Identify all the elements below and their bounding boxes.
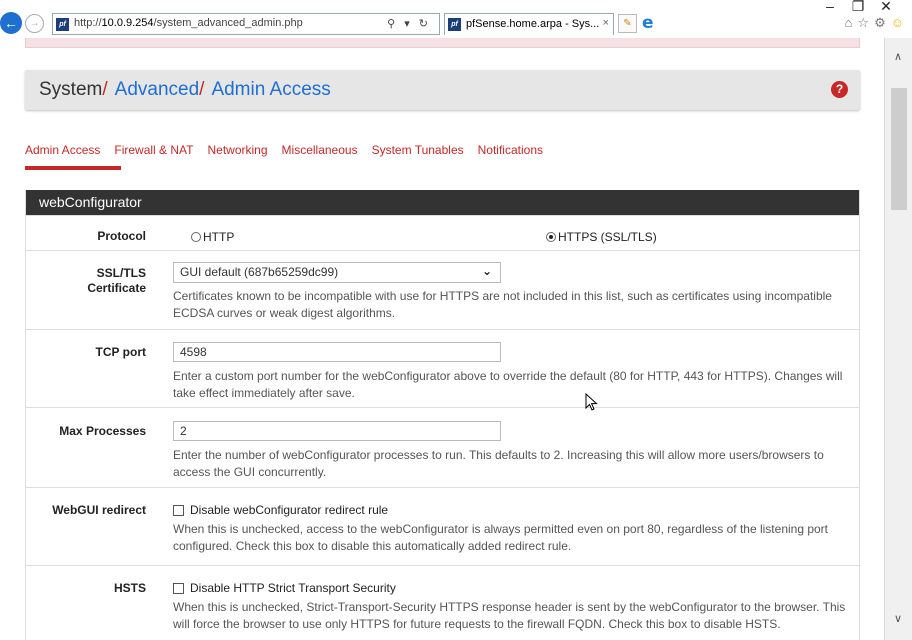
protocol-https-option[interactable]: HTTPS (SSL/TLS) <box>546 230 657 244</box>
active-tab-indicator <box>25 166 121 170</box>
protocol-label: Protocol <box>97 229 146 243</box>
tcp-port-label: TCP port <box>95 345 146 359</box>
window-controls: – ❐ ✕ <box>816 0 900 15</box>
settings-gear-icon[interactable]: ⚙ <box>874 15 886 30</box>
page-header: System/Advanced/Admin Access ? <box>25 70 860 110</box>
mouse-pointer-icon <box>585 393 598 411</box>
scroll-up-arrow-icon[interactable]: ∧ <box>894 50 902 63</box>
scroll-down-arrow-icon[interactable]: ∨ <box>894 612 902 625</box>
hsts-checkbox-label: Disable HTTP Strict Transport Security <box>190 581 396 595</box>
browser-toolbar: ⌂ ☆ ⚙ ☺ <box>840 15 904 31</box>
webgui-redirect-field: Disable webConfigurator redirect rule Wh… <box>173 488 859 555</box>
max-processes-label: Max Processes <box>59 424 146 438</box>
ie-logo-icon: e <box>642 13 654 33</box>
help-icon[interactable]: ? <box>831 81 848 98</box>
ssl-certificate-field: GUI default (687b65259dc99) ⌄ Certificat… <box>173 251 859 322</box>
protocol-row: Protocol HTTP HTTPS (SSL/TLS) <box>26 215 859 250</box>
webgui-redirect-label: WebGUI redirect <box>52 503 146 517</box>
tcp-port-input[interactable] <box>173 342 501 362</box>
webgui-redirect-help: When this is unchecked, access to the we… <box>173 522 829 553</box>
max-processes-input[interactable] <box>173 421 501 441</box>
ssl-certificate-value: GUI default (687b65259dc99) <box>180 265 339 279</box>
tab-firewall-nat[interactable]: Firewall & NAT <box>114 141 193 157</box>
tab-favicon-icon: pf <box>448 18 461 31</box>
tab-close-icon[interactable]: × <box>603 17 609 29</box>
back-arrow-icon: ← <box>4 15 18 31</box>
new-tab-icon: ✎ <box>623 18 632 29</box>
feedback-smiley-icon[interactable]: ☺ <box>891 15 904 30</box>
protocol-http-option[interactable]: HTTP <box>191 230 234 244</box>
browser-chrome: ← → pf http://10.0.9.254/system_advanced… <box>0 0 912 38</box>
tab-admin-access[interactable]: Admin Access <box>25 141 100 157</box>
back-button[interactable]: ← <box>0 12 22 34</box>
browser-tab[interactable]: pf pfSense.home.arpa - Sys... × <box>444 13 614 35</box>
tab-miscellaneous[interactable]: Miscellaneous <box>282 141 358 157</box>
restore-icon[interactable]: ❐ <box>844 0 872 15</box>
ssl-label-line1: SSL/TLS <box>96 266 146 280</box>
hsts-field: Disable HTTP Strict Transport Security W… <box>173 566 859 633</box>
http-radio[interactable] <box>191 232 201 242</box>
new-tab-button[interactable]: ✎ <box>618 14 637 33</box>
favorites-star-icon[interactable]: ☆ <box>857 15 869 30</box>
url-prefix: http:// <box>74 17 102 29</box>
hsts-checkbox[interactable] <box>173 583 184 594</box>
url-path: /system_advanced_admin.php <box>153 17 303 29</box>
hsts-help: When this is unchecked, Strict-Transport… <box>173 600 846 631</box>
tab-notifications[interactable]: Notifications <box>478 141 543 157</box>
breadcrumb: System/Advanced/Admin Access <box>39 79 331 101</box>
http-radio-label: HTTP <box>203 230 235 244</box>
page-viewport: System/Advanced/Admin Access ? Admin Acc… <box>0 38 884 640</box>
hsts-row: HSTS Disable HTTP Strict Transport Secur… <box>26 565 859 640</box>
breadcrumb-admin-access-link[interactable]: Admin Access <box>211 79 330 100</box>
url-host: 10.0.9.254 <box>101 17 154 29</box>
tcp-port-field: Enter a custom port number for the webCo… <box>173 330 859 402</box>
ssl-certificate-select[interactable]: GUI default (687b65259dc99) ⌄ <box>173 262 501 283</box>
home-icon[interactable]: ⌂ <box>845 15 853 30</box>
ssl-certificate-row: SSL/TLS Certificate GUI default (687b652… <box>26 250 859 329</box>
webgui-redirect-checkbox-row[interactable]: Disable webConfigurator redirect rule <box>173 503 849 517</box>
tab-title: pfSense.home.arpa - Sys... <box>466 18 600 30</box>
max-processes-help: Enter the number of webConfigurator proc… <box>173 448 824 479</box>
hsts-label: HSTS <box>113 581 146 595</box>
address-bar[interactable]: pf http://10.0.9.254/system_advanced_adm… <box>52 13 440 35</box>
webgui-redirect-row: WebGUI redirect Disable webConfigurator … <box>26 487 859 565</box>
tcp-port-row: TCP port Enter a custom port number for … <box>26 329 859 407</box>
webgui-redirect-checkbox-label: Disable webConfigurator redirect rule <box>190 503 389 517</box>
tcp-port-help: Enter a custom port number for the webCo… <box>173 369 843 400</box>
forward-arrow-icon: → <box>29 18 40 29</box>
alert-strip <box>25 38 860 48</box>
tab-system-tunables[interactable]: System Tunables <box>372 141 464 157</box>
scroll-thumb[interactable] <box>891 88 907 210</box>
url-text[interactable]: http://10.0.9.254/system_advanced_admin.… <box>74 17 303 29</box>
breadcrumb-separator: / <box>102 79 108 100</box>
breadcrumb-system: System <box>39 79 103 100</box>
site-favicon-icon: pf <box>56 18 69 31</box>
tab-networking[interactable]: Networking <box>208 141 268 157</box>
ssl-certificate-help: Certificates known to be incompatible wi… <box>173 289 832 320</box>
ssl-label-line2: Certificate <box>87 281 146 295</box>
ssl-certificate-label: SSL/TLS Certificate <box>87 266 146 296</box>
forward-button[interactable]: → <box>25 14 44 33</box>
breadcrumb-separator: / <box>199 79 205 100</box>
vertical-scrollbar[interactable]: ∧ ∨ <box>884 38 912 640</box>
webconfigurator-panel: webConfigurator Protocol HTTP HTTPS (SSL… <box>25 190 860 640</box>
https-radio[interactable] <box>546 232 556 242</box>
max-processes-field: Enter the number of webConfigurator proc… <box>173 408 859 481</box>
close-icon[interactable]: ✕ <box>872 0 900 15</box>
max-processes-row: Max Processes Enter the number of webCon… <box>26 407 859 487</box>
hsts-checkbox-row[interactable]: Disable HTTP Strict Transport Security <box>173 581 849 595</box>
chevron-down-icon: ⌄ <box>481 264 492 278</box>
https-radio-label: HTTPS (SSL/TLS) <box>558 230 657 244</box>
breadcrumb-advanced-link[interactable]: Advanced <box>115 79 200 100</box>
panel-heading: webConfigurator <box>26 190 859 215</box>
minimize-icon[interactable]: – <box>816 0 844 14</box>
webgui-redirect-checkbox[interactable] <box>173 505 184 516</box>
search-refresh-icons[interactable]: ⚲ ▾ ↻ <box>387 17 431 30</box>
